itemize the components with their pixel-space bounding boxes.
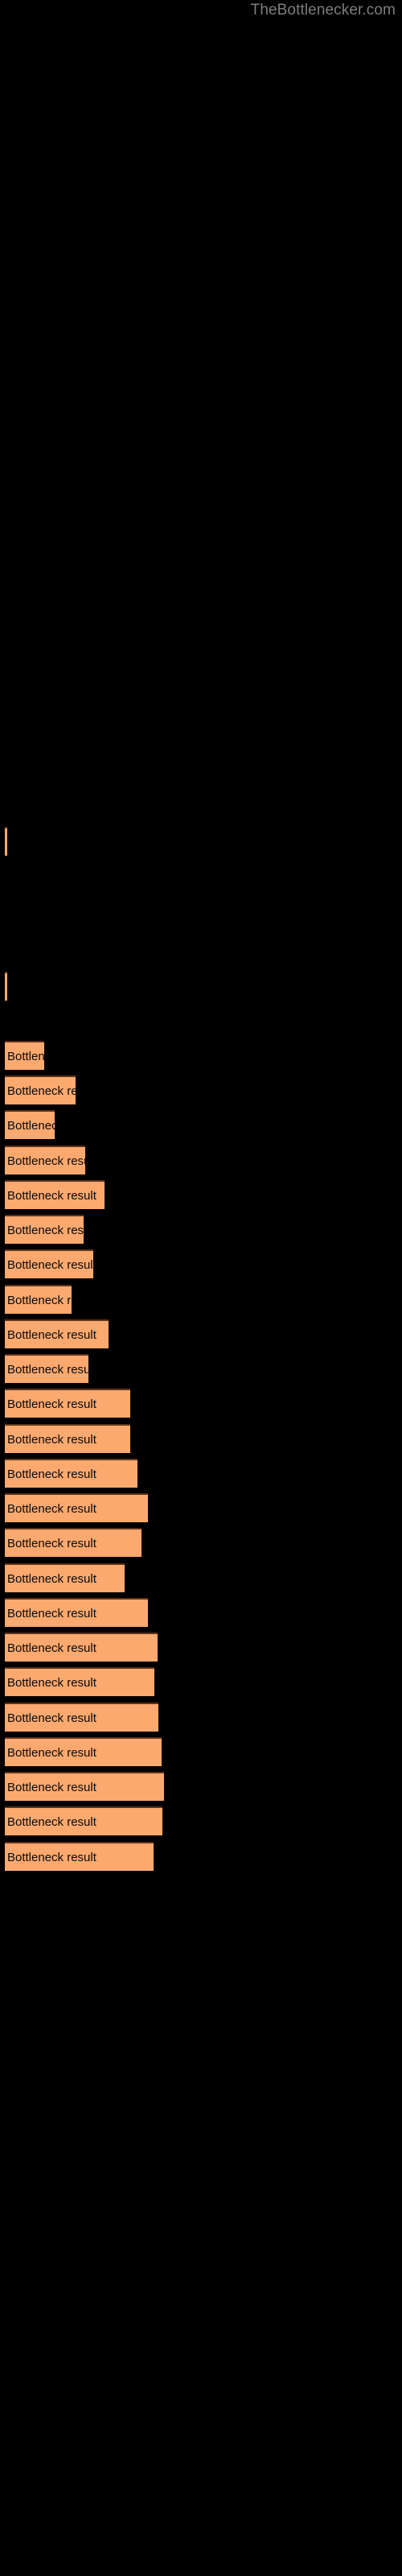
bar-label: Bottleneck result (7, 1468, 96, 1481)
bar-row: Bottleneck result (0, 1806, 402, 1835)
bar-row: Bottleneck result (0, 1667, 402, 1696)
bar[interactable]: Bottleneck result (5, 1215, 84, 1244)
bar-label: Bottleneck result (7, 1363, 88, 1377)
bar-row: Bottleneck result (0, 1075, 402, 1104)
bar-label: Bottleneck result (7, 1294, 72, 1307)
bar[interactable]: Bottleneck result (5, 1389, 130, 1418)
bar-label: Bottleneck result (7, 1815, 96, 1829)
bar-label: Bottleneck result (7, 1746, 96, 1760)
bar[interactable]: Bottleneck result (5, 1528, 142, 1557)
bar-row: Bottleneck result (0, 1633, 402, 1662)
bar[interactable]: Bottleneck result (5, 1285, 72, 1314)
bar-label: Bottleneck result (7, 1607, 96, 1620)
bar-label: Bottleneck result (7, 1224, 84, 1237)
bar[interactable]: Bottleneck result (5, 1180, 105, 1209)
bar-label: Bottleneck result (7, 1397, 96, 1411)
bar[interactable]: Bottleneck result (5, 1703, 158, 1732)
bar-row: Bottleneck result (0, 1319, 402, 1348)
bar[interactable]: Bottleneck result (5, 1319, 109, 1348)
bar-label: Bottleneck result (7, 1676, 96, 1690)
bar[interactable]: Bottleneck result (5, 1146, 85, 1174)
bar[interactable]: Bottleneck result (5, 1459, 137, 1488)
bar-label: Bottleneck result (7, 1119, 55, 1133)
bar-row: Bottleneck result (0, 1737, 402, 1766)
bar-row: Bottleneck result (0, 1285, 402, 1314)
bar-label: Bottleneck result (7, 1084, 76, 1098)
bar-label: Bottleneck result (7, 1502, 96, 1516)
bar-label: Bottleneck result (7, 1537, 96, 1550)
bar[interactable]: Bottleneck result (5, 1075, 76, 1104)
bar-label: Bottleneck result (7, 1154, 85, 1168)
bar[interactable]: Bottleneck result (5, 1598, 148, 1627)
bar-chart: Bottleneck result Bottleneck result Bottle… (0, 0, 402, 2576)
bar-row: Bottleneck result (0, 1563, 402, 1592)
bar-label: Bottleneck result (7, 1781, 96, 1794)
bar[interactable]: Bottleneck result (5, 1633, 158, 1662)
bar-row: Bottleneck result (0, 1146, 402, 1174)
bar-row: Bottleneck result (0, 1772, 402, 1801)
bar[interactable]: Bottleneck result (5, 1354, 88, 1383)
bar-row: Bottleneck result (0, 1249, 402, 1278)
bar-row: Bottleneck result (0, 1842, 402, 1871)
bar[interactable]: Bottleneck result (5, 1041, 44, 1070)
bar[interactable]: Bottleneck result (5, 1493, 148, 1522)
bar-row: Bottleneck result (0, 1354, 402, 1383)
bar-row: Bottleneck result (0, 1598, 402, 1627)
bar-row: Bottleneck result (0, 1389, 402, 1418)
bar-row: Bottleneck result (0, 1493, 402, 1522)
bar[interactable]: Bottleneck result (5, 1772, 164, 1801)
bar[interactable]: Bottleneck result (5, 1249, 93, 1278)
bar-row: Bottleneck result (0, 1703, 402, 1732)
bar-row: Bottleneck result (0, 1041, 402, 1070)
bar-label: Bottleneck result (7, 1641, 96, 1655)
bar[interactable]: Bottleneck result (5, 1806, 162, 1835)
bar-label: Bottleneck result (7, 1050, 44, 1063)
bar[interactable]: Bottleneck result (5, 1424, 130, 1453)
bar[interactable]: Bottleneck result (5, 1563, 125, 1592)
bar-row: Bottleneck result (0, 1528, 402, 1557)
bar-row: Bottleneck result (0, 1459, 402, 1488)
bar-label: Bottleneck result (7, 1328, 96, 1342)
bar-row: Bottleneck result (0, 827, 402, 856)
bar-label: Bottleneck result (7, 1572, 96, 1586)
bar[interactable]: Bottleneck result (5, 827, 7, 856)
bar-label: Bottleneck result (7, 1433, 96, 1447)
bar-row: Bottleneck result (0, 1110, 402, 1139)
page-root: TheBottlenecker.com Bottleneck resultBot… (0, 0, 402, 2576)
bar[interactable]: Bottleneck result (5, 972, 7, 1001)
bar-row: Bottleneck result (0, 1215, 402, 1244)
bar-row: Bottleneck result (0, 972, 402, 1001)
bar[interactable]: Bottleneck result (5, 1842, 154, 1871)
bar-label: Bottleneck result (7, 1851, 96, 1864)
bar[interactable]: Bottleneck result (5, 1110, 55, 1139)
bar-label: Bottleneck result (7, 1189, 96, 1203)
bar[interactable]: Bottleneck result (5, 1737, 162, 1766)
bar-row: Bottleneck result (0, 1424, 402, 1453)
bar-label: Bottleneck result (7, 1711, 96, 1725)
bar-label: Bottleneck result (7, 1258, 93, 1272)
bar[interactable]: Bottleneck result (5, 1667, 154, 1696)
bar-row: Bottleneck result (0, 1180, 402, 1209)
